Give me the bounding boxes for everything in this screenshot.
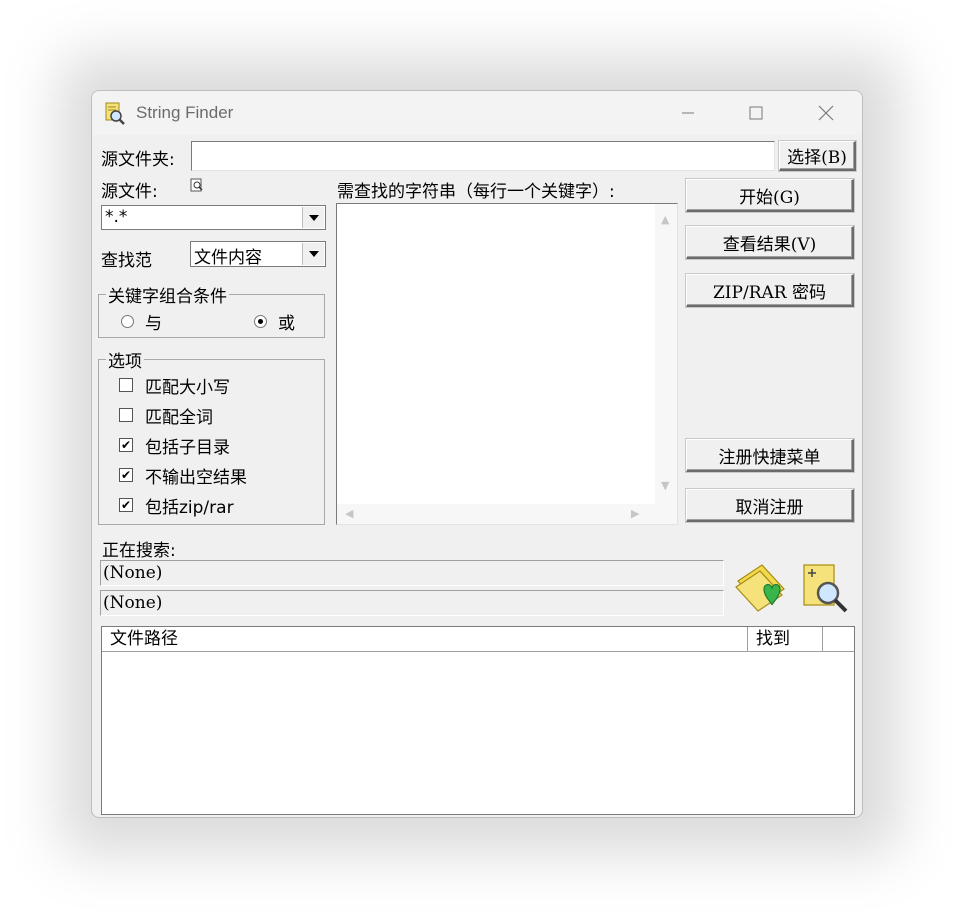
close-button[interactable]	[792, 91, 860, 135]
keywords-vertical-scrollbar[interactable]: ▲ ▼	[655, 204, 677, 504]
options-title: 选项	[106, 347, 144, 372]
source-folder-label: 源文件夹:	[101, 150, 175, 170]
radio-and[interactable]	[121, 315, 134, 328]
source-files-label: 源文件:	[101, 182, 158, 202]
document-search-icon[interactable]	[798, 561, 852, 615]
title-bar[interactable]: String Finder	[92, 91, 862, 135]
browse-button[interactable]: 选择(B)	[779, 141, 856, 171]
keywords-horizontal-scrollbar[interactable]: ◀ ▶	[337, 504, 677, 524]
register-context-menu-button[interactable]: 注册快捷菜单	[686, 439, 854, 472]
maximize-button[interactable]	[722, 91, 790, 135]
search-scope-label: 查找范	[101, 251, 152, 271]
include-subdirs-checkbox[interactable]: ✔	[119, 438, 133, 452]
column-found[interactable]: 找到	[748, 627, 823, 651]
zip-rar-password-button[interactable]: ZIP/RAR 密码	[686, 274, 854, 307]
search-scope-value: 文件内容	[194, 248, 262, 268]
minimize-icon	[682, 112, 694, 114]
folder-heart-icon[interactable]	[734, 559, 788, 613]
column-file-path[interactable]: 文件路径	[102, 627, 748, 651]
scroll-left-icon[interactable]: ◀	[345, 508, 353, 519]
match-whole-word-checkbox[interactable]	[119, 408, 133, 422]
skip-empty-results-checkbox[interactable]: ✔	[119, 468, 133, 482]
chevron-down-icon	[308, 214, 319, 221]
match-whole-word-label: 匹配全词	[145, 408, 213, 428]
source-files-combo[interactable]: *.*	[101, 205, 326, 230]
window-title: String Finder	[136, 103, 234, 122]
match-case-checkbox[interactable]	[119, 378, 133, 392]
status-line-1: (None)	[100, 560, 724, 586]
radio-or[interactable]	[254, 315, 267, 328]
results-header: 文件路径 找到	[102, 627, 854, 652]
file-filter-icon	[190, 178, 203, 192]
keywords-textarea[interactable]: ▲ ▼ ◀ ▶	[336, 203, 678, 525]
keywords-label: 需查找的字符串（每行一个关键字）:	[337, 182, 615, 202]
match-case-label: 匹配大小写	[145, 378, 230, 398]
search-scope-dropdown-button[interactable]	[302, 243, 324, 265]
keyword-combination-title: 关键字组合条件	[106, 282, 229, 307]
scroll-up-icon[interactable]: ▲	[661, 214, 669, 225]
source-files-dropdown-button[interactable]	[302, 207, 324, 228]
unregister-button[interactable]: 取消注册	[686, 489, 854, 522]
maximize-icon	[749, 106, 763, 120]
include-zip-rar-checkbox[interactable]: ✔	[119, 498, 133, 512]
find-app-icon	[105, 102, 125, 125]
minimize-button[interactable]	[654, 91, 722, 135]
skip-empty-results-label: 不输出空结果	[145, 468, 247, 488]
search-scope-combo[interactable]: 文件内容	[190, 241, 326, 268]
source-folder-input[interactable]	[191, 141, 775, 171]
scroll-right-icon[interactable]: ▶	[631, 508, 639, 519]
include-subdirs-label: 包括子目录	[145, 438, 230, 458]
searching-label: 正在搜索:	[102, 541, 176, 561]
scroll-down-icon[interactable]: ▼	[661, 480, 669, 491]
radio-and-label: 与	[145, 314, 162, 334]
view-results-button[interactable]: 查看结果(V)	[686, 226, 854, 259]
status-line-2: (None)	[100, 590, 724, 616]
results-list[interactable]: 文件路径 找到	[101, 626, 855, 815]
app-window: String Finder 源文件夹: 选择(B) 源文件: *.* 查找范 文…	[91, 90, 863, 818]
source-files-value: *.*	[105, 207, 128, 227]
chevron-down-icon	[308, 251, 319, 257]
radio-or-label: 或	[278, 314, 295, 334]
column-extra[interactable]	[823, 627, 854, 651]
include-zip-rar-label: 包括zip/rar	[145, 498, 234, 518]
close-icon	[818, 105, 834, 121]
start-button[interactable]: 开始(G)	[686, 179, 854, 212]
